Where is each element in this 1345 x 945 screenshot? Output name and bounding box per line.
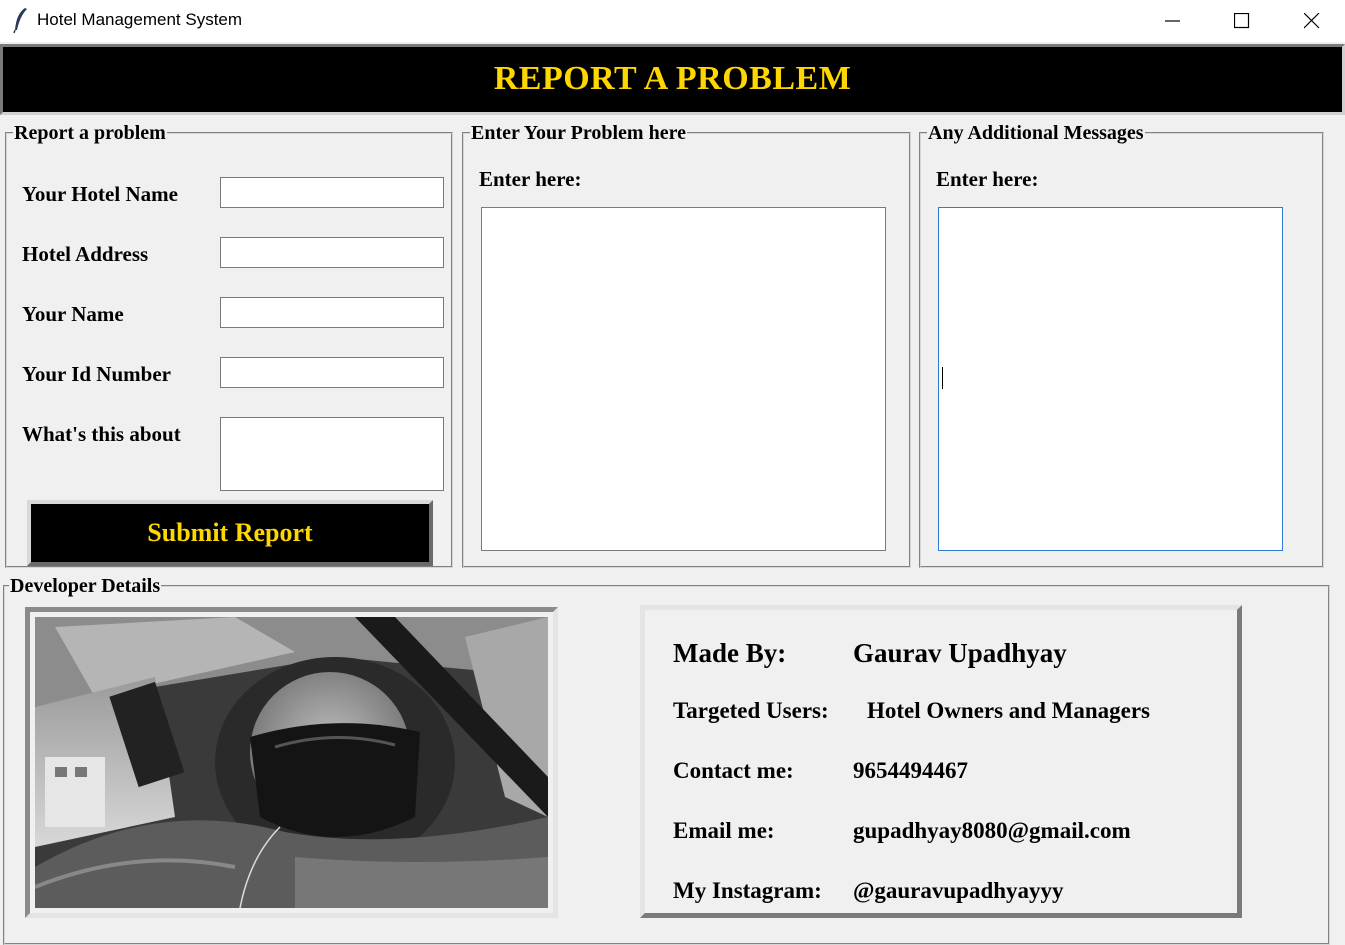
- close-button[interactable]: [1276, 0, 1345, 42]
- problem-legend: Enter Your Problem here: [470, 122, 687, 144]
- contact-label: Contact me:: [673, 758, 794, 783]
- window-titlebar: Hotel Management System: [0, 0, 1345, 42]
- maximize-icon: [1234, 13, 1250, 29]
- made-by-label: Made By:: [673, 638, 787, 668]
- contact-value: 9654494467: [853, 758, 968, 783]
- hotel-name-label: Your Hotel Name: [22, 182, 178, 206]
- messages-textarea[interactable]: [938, 207, 1283, 551]
- messages-prompt-label: Enter here:: [936, 167, 1039, 191]
- developer-photo: [25, 607, 558, 918]
- problem-textarea[interactable]: [481, 207, 886, 551]
- hotel-address-input[interactable]: [220, 237, 444, 268]
- developer-info-panel: Made By: Gaurav Upadhyay Targeted Users:…: [640, 605, 1242, 918]
- targeted-users-label: Targeted Users:: [673, 698, 829, 723]
- id-number-input[interactable]: [220, 357, 444, 388]
- email-label: Email me:: [673, 818, 775, 843]
- about-label: What's this about: [22, 422, 181, 446]
- email-value: gupadhyay8080@gmail.com: [853, 818, 1131, 843]
- window-title: Hotel Management System: [37, 10, 243, 29]
- maximize-button[interactable]: [1206, 0, 1276, 42]
- instagram-label: My Instagram:: [673, 878, 822, 903]
- text-caret: [942, 367, 943, 389]
- hotel-name-input[interactable]: [220, 177, 444, 208]
- problem-prompt-label: Enter here:: [479, 167, 582, 191]
- instagram-value: @gauravupadhyayyy: [853, 878, 1064, 903]
- messages-legend: Any Additional Messages: [927, 122, 1145, 144]
- about-textarea[interactable]: [220, 417, 444, 491]
- id-number-label: Your Id Number: [22, 362, 171, 386]
- report-form-legend: Report a problem: [13, 122, 167, 144]
- feather-icon: [10, 6, 30, 34]
- developer-legend: Developer Details: [9, 575, 162, 597]
- your-name-label: Your Name: [22, 302, 124, 326]
- made-by-value: Gaurav Upadhyay: [853, 638, 1067, 668]
- submit-report-button[interactable]: Submit Report: [27, 500, 433, 566]
- hotel-address-label: Hotel Address: [22, 242, 149, 266]
- minimize-icon: [1165, 20, 1180, 22]
- page-title-banner: REPORT A PROBLEM: [0, 44, 1345, 115]
- your-name-input[interactable]: [220, 297, 444, 328]
- minimize-button[interactable]: [1137, 0, 1207, 42]
- targeted-users-value: Hotel Owners and Managers: [867, 698, 1151, 723]
- close-icon: [1304, 13, 1320, 29]
